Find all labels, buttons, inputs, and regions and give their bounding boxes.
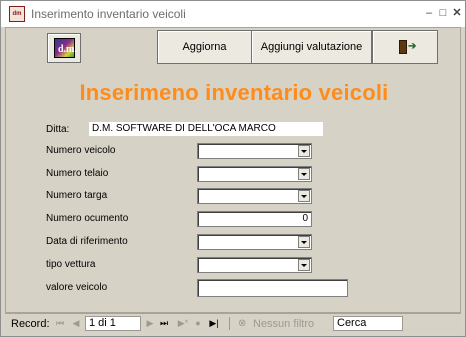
ditta-label: Ditta: [46, 124, 70, 135]
filter-icon: ⊗ [238, 318, 247, 329]
record-counter-input[interactable]: 1 di 1 [85, 316, 141, 331]
logo-text: d.m. [58, 44, 77, 55]
window-title: Inserimento inventario veicoli [31, 7, 186, 21]
valore-veicolo-label: valore veicolo [46, 282, 108, 293]
aggiorna-button[interactable]: Aggiorna [157, 30, 252, 64]
exit-button[interactable]: ➔ [372, 30, 438, 64]
chevron-down-icon [301, 195, 307, 198]
exit-arrow-icon: ➔ [408, 41, 417, 52]
chevron-down-icon [301, 173, 307, 176]
numero-targa-label: Numero targa [46, 190, 108, 201]
last-new-record-icon[interactable]: ▶| [207, 317, 221, 329]
exit-door-icon: ➔ [399, 40, 417, 54]
logo-button[interactable]: d.m. [47, 33, 81, 63]
valore-veicolo-field[interactable] [197, 279, 348, 297]
app-icon: dm [9, 6, 25, 22]
aggiungi-valutazione-button[interactable]: Aggiungi valutazione [251, 30, 372, 64]
data-riferimento-combo[interactable] [197, 234, 312, 250]
record-label: Record: [11, 318, 50, 330]
ditta-value: D.M. SOFTWARE DI DELL'OCA MARCO [89, 122, 323, 136]
chevron-down-icon [301, 264, 307, 267]
tipo-vettura-label: tipo vettura [46, 259, 96, 270]
inventory-form: d.m. Aggiorna Aggiungi valutazione ➔ Ins… [5, 27, 461, 313]
dropdown-button[interactable] [298, 190, 310, 202]
numero-ocumento-field[interactable]: 0 [197, 211, 312, 227]
dropdown-button[interactable] [298, 145, 310, 157]
last-record-icon[interactable]: ⏭ [159, 317, 169, 329]
next-record-icon[interactable]: ▶ [145, 317, 155, 329]
dropdown-button[interactable] [298, 259, 310, 271]
app-window: dm Inserimento inventario veicoli ‒ □ ✕ … [0, 0, 466, 337]
page-title: Inserimeno inventario veicoli [79, 80, 389, 105]
chevron-down-icon [301, 150, 307, 153]
record-status-icon: ● [195, 318, 201, 328]
no-filter-button[interactable]: Nessun filtro [253, 318, 314, 330]
dropdown-button[interactable] [298, 236, 310, 248]
first-record-icon[interactable]: ⏮ [55, 317, 65, 329]
title-bar: dm Inserimento inventario veicoli ‒ □ ✕ [1, 1, 465, 27]
numero-telaio-combo[interactable] [197, 166, 312, 182]
dropdown-button[interactable] [298, 168, 310, 180]
numero-ocumento-label: Numero ocumento [46, 213, 129, 224]
record-navigation-bar: Record: ⏮ ◀ 1 di 1 ▶ ⏭ ▶* ● ▶| ⊗ Nessun … [5, 313, 461, 333]
previous-record-icon[interactable]: ◀ [71, 317, 81, 329]
tipo-vettura-combo[interactable] [197, 257, 312, 273]
dm-logo-icon: d.m. [54, 38, 77, 58]
numero-veicolo-label: Numero veicolo [46, 145, 116, 156]
numero-telaio-label: Numero telaio [46, 168, 109, 179]
numero-veicolo-combo[interactable] [197, 143, 312, 159]
nav-separator [229, 317, 230, 330]
close-icon[interactable]: ✕ [449, 6, 465, 22]
chevron-down-icon [301, 241, 307, 244]
data-riferimento-label: Data di riferimento [46, 236, 128, 247]
door-shape [399, 40, 407, 54]
search-input[interactable]: Cerca [333, 316, 403, 331]
numero-targa-combo[interactable] [197, 188, 312, 204]
new-record-icon[interactable]: ▶* [175, 317, 191, 329]
